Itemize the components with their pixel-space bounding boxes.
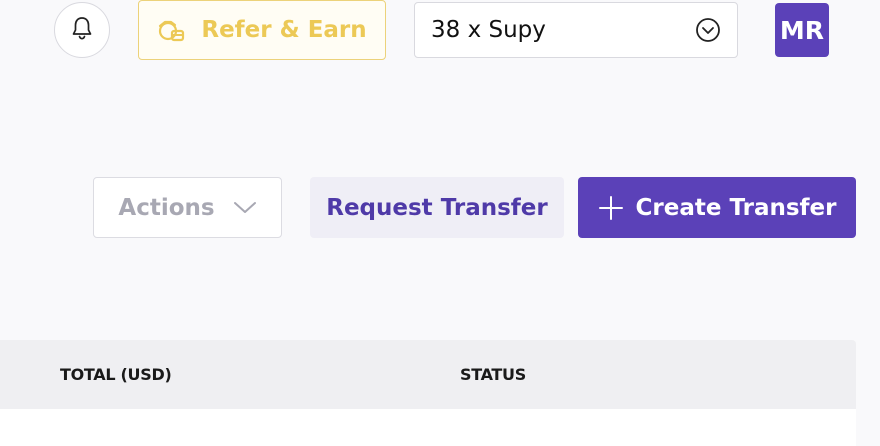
notifications-button[interactable] [54,2,110,58]
chevron-down-circle-icon [695,17,721,43]
outlet-select[interactable]: 38 x Supy [414,2,738,58]
create-transfer-button[interactable]: Create Transfer [578,177,856,238]
chevron-down-icon [233,201,257,215]
refer-earn-button[interactable]: Refer & Earn [138,0,386,60]
outlet-select-value: 38 x Supy [431,17,546,43]
actions-dropdown-button[interactable]: Actions [93,177,282,238]
column-header-status[interactable]: STATUS [460,340,526,409]
request-transfer-button[interactable]: Request Transfer [310,177,564,238]
plus-icon [598,195,624,221]
user-avatar[interactable]: MR [775,3,829,57]
column-header-total[interactable]: TOTAL (USD) [60,340,172,409]
actions-label: Actions [118,194,215,221]
create-transfer-label: Create Transfer [635,194,837,221]
gift-coins-icon [157,15,187,45]
bell-icon [70,15,94,45]
table-row[interactable] [0,409,856,446]
refer-earn-label: Refer & Earn [201,17,367,43]
table-header: TOTAL (USD) STATUS [0,340,856,409]
